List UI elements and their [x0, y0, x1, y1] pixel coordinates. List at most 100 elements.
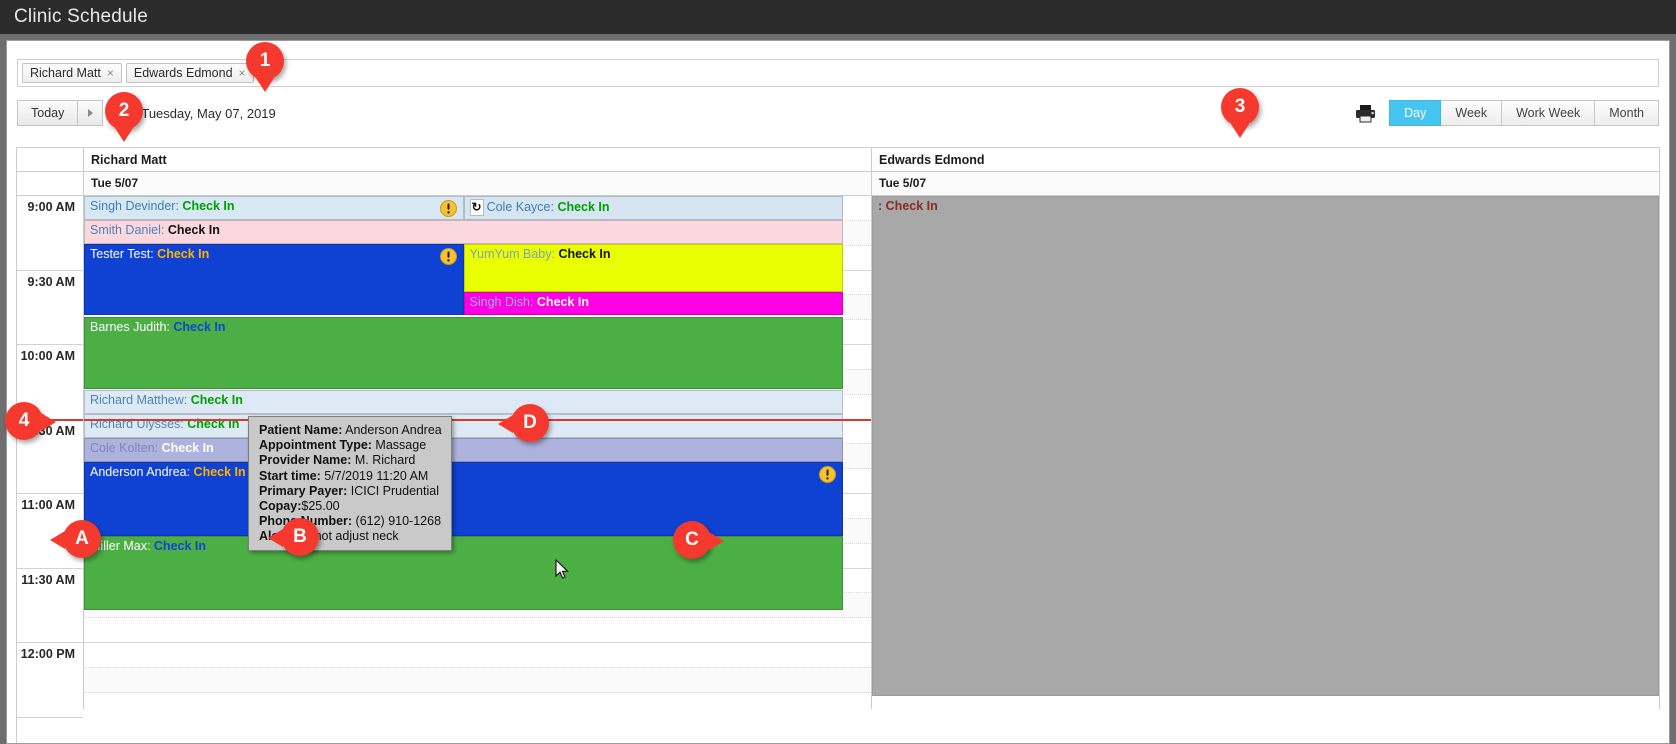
resource-header-row: Richard Matt Edwards Edmond: [17, 148, 1660, 172]
appointment-block[interactable]: Miller Max: Check In: [84, 536, 843, 610]
appointment-block[interactable]: Richard Matthew: Check In: [84, 390, 843, 414]
appointment-patient-name: Barnes Judith:: [90, 320, 174, 334]
view-button-week[interactable]: Week: [1441, 100, 1503, 126]
appointment-block[interactable]: Smith Daniel: Check In: [84, 220, 843, 244]
toolbar-right-section: Day Week Work Week Month: [1355, 100, 1659, 126]
provider-token-edwards-edmond[interactable]: Edwards Edmond ×: [125, 63, 254, 83]
appointment-block[interactable]: Richard Ulysses: Check In: [84, 414, 843, 438]
provider-token-label: Edwards Edmond: [133, 66, 233, 80]
appointment-status: Check In: [885, 199, 938, 213]
appointment-block[interactable]: Tester Test: Check In: [84, 244, 464, 315]
tooltip-row: Copay:$25.00: [259, 499, 442, 514]
appointment-status: Check In: [557, 200, 610, 214]
view-button-work-week[interactable]: Work Week: [1502, 100, 1596, 126]
appointment-block[interactable]: Singh Devinder: Check In: [84, 196, 464, 220]
appointment-status: Check In: [536, 295, 590, 309]
tooltip-row-label: Provider Name:: [259, 453, 352, 468]
time-gutter: 9:00 AM 9:30 AM 10:00 AM 10:30 AM 11:00 …: [17, 196, 84, 718]
date-label-text: Tuesday, May 07, 2019: [141, 105, 276, 121]
page-title: Clinic Schedule: [14, 6, 148, 27]
tooltip-row-label: Appointment Type:: [259, 438, 372, 453]
date-header-row: Tue 5/07 Tue 5/07: [17, 172, 1660, 196]
time-column-date-spacer: [17, 172, 84, 196]
appointment-separator: :: [878, 199, 883, 213]
tooltip-row-value: Anderson Andrea: [342, 423, 442, 437]
appointment-patient-name: Anderson Andrea:: [90, 465, 194, 479]
time-slot-cell[interactable]: [84, 667, 871, 693]
appointment-block[interactable]: Singh Dish: Check In: [463, 292, 843, 315]
time-slot-cell[interactable]: [84, 643, 871, 668]
appointment-status: Check In: [193, 465, 246, 479]
callout-badge-2: 2: [105, 92, 143, 142]
mouse-cursor: [555, 558, 569, 581]
tooltip-row-value: ICICI Prudential: [347, 483, 439, 498]
current-date-display[interactable]: Tuesday, May 07, 2019: [121, 105, 276, 121]
tooltip-row: Provider Name: M. Richard: [259, 453, 442, 468]
appointment-patient-name: Cole Kayce:: [486, 200, 558, 214]
tooltip-row-label: Patient Name:: [259, 423, 343, 437]
provider-token-richard-matt[interactable]: Richard Matt ×: [22, 63, 122, 83]
tooltip-row-label: Copay:: [259, 499, 302, 514]
tooltip-row-label: Primary Payer:: [259, 483, 348, 498]
appointment-patient-name: Tester Test:: [90, 247, 158, 261]
appointment-block[interactable]: ↻ Cole Kayce: Check In: [463, 196, 843, 220]
scheduler-toolbar: Today Tuesday, May 07, 2019 Day Week Wor…: [17, 97, 1659, 129]
appointment-alert-icon[interactable]: [819, 466, 836, 483]
scheduler-body: 9:00 AM 9:30 AM 10:00 AM 10:30 AM 11:00 …: [17, 196, 1660, 718]
resource-column-edwards-edmond[interactable]: : Check In: [872, 196, 1660, 709]
view-button-day[interactable]: Day: [1389, 100, 1442, 126]
resource-header-edwards-edmond: Edwards Edmond: [872, 148, 1660, 172]
remove-provider-icon[interactable]: ×: [239, 67, 246, 79]
time-column-header-spacer: [17, 148, 84, 172]
appointment-patient-name: Singh Dish:: [469, 295, 537, 309]
callout-badge-4: 4: [5, 402, 56, 440]
today-dropdown-button[interactable]: [77, 100, 104, 126]
resource-column-richard-matt[interactable]: Singh Devinder: Check In ↻ Cole Kayce: Che…: [84, 196, 872, 709]
appointment-patient-name: Smith Daniel:: [90, 223, 168, 237]
resource-header-richard-matt: Richard Matt: [84, 148, 872, 172]
time-slot-label: 9:00 AM: [17, 196, 83, 271]
tooltip-row: Primary Payer: ICICI Prudential: [259, 484, 442, 499]
appointment-block[interactable]: Barnes Judith: Check In: [84, 317, 843, 389]
appointment-status: Check In: [161, 441, 214, 455]
appointment-status: Check In: [167, 223, 220, 237]
appointment-block[interactable]: Anderson Andrea: Check In: [84, 462, 843, 536]
page-frame: Richard Matt × Edwards Edmond × Today Tu…: [0, 34, 1676, 744]
printer-icon[interactable]: [1355, 104, 1376, 123]
tooltip-row-value: (612) 910-1268: [352, 514, 442, 529]
appointment-patient-name: Cole Kolten:: [90, 441, 162, 455]
today-button-group[interactable]: Today: [17, 100, 104, 126]
tooltip-row-label: Start time:: [259, 468, 321, 483]
callout-badge-C: C: [673, 521, 724, 559]
tooltip-row-value: M. Richard: [351, 453, 416, 468]
tooltip-row: Start time: 5/7/2019 11:20 AM: [259, 469, 442, 484]
tooltip-row-value: 5/7/2019 11:20 AM: [320, 468, 429, 483]
page-content: Richard Matt × Edwards Edmond × Today Tu…: [6, 40, 1670, 744]
callout-badge-1: 1: [246, 42, 284, 92]
appointment-patient-name: YumYum Baby:: [469, 247, 559, 261]
time-slot-label: 11:30 AM: [17, 569, 83, 643]
appointment-block[interactable]: YumYum Baby: Check In: [463, 244, 843, 292]
tooltip-row: Patient Name: Anderson Andrea: [259, 423, 442, 438]
appointment-alert-icon[interactable]: [439, 248, 457, 265]
time-slot-label: 12:00 PM: [17, 643, 83, 718]
time-slot-cell[interactable]: [84, 618, 871, 643]
callout-badge-3: 3: [1221, 88, 1259, 138]
appointment-status: Check In: [153, 539, 207, 553]
recurring-appointment-icon: ↻: [469, 199, 484, 216]
appointment-block[interactable]: Cole Kolten: Check In: [84, 438, 843, 462]
remove-provider-icon[interactable]: ×: [107, 67, 114, 79]
caret-right-icon: [87, 109, 93, 117]
tooltip-row-value: Massage: [371, 438, 427, 453]
appointment-patient-name: Singh Devinder:: [90, 199, 183, 213]
view-switcher[interactable]: Day Week Work Week Month: [1389, 100, 1659, 126]
tooltip-row-value: $25.00: [301, 499, 340, 514]
window-title-bar: Clinic Schedule: [0, 0, 1676, 34]
time-slot-cell[interactable]: [84, 692, 871, 709]
provider-token-label: Richard Matt: [30, 66, 101, 80]
appointment-alert-icon[interactable]: [439, 200, 457, 217]
appointment-edwards-blocked[interactable]: : Check In: [872, 196, 1659, 696]
today-button[interactable]: Today: [17, 100, 78, 126]
view-button-month[interactable]: Month: [1595, 100, 1659, 126]
appointment-status: Check In: [157, 247, 210, 261]
